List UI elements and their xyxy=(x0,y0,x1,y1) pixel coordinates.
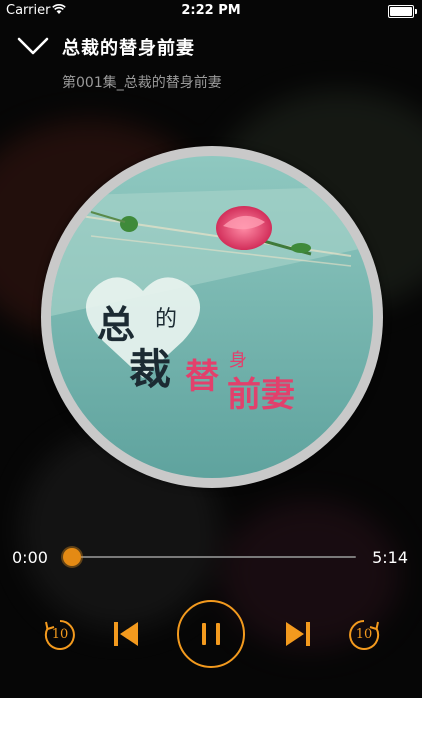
album-disc: 总 的 裁 替 身 前妻 xyxy=(41,146,383,488)
status-time: 2:22 PM xyxy=(181,3,241,18)
chevron-down-icon[interactable] xyxy=(16,32,50,58)
forward-seconds-label: 10 xyxy=(355,627,373,642)
cover-text-zong: 总 xyxy=(97,303,135,347)
cover-text-de: 的 xyxy=(155,307,177,332)
next-icon xyxy=(286,622,310,646)
progress-thumb[interactable] xyxy=(63,548,81,566)
cover-text-qianqi: 前妻 xyxy=(227,375,295,415)
next-button[interactable] xyxy=(284,619,312,649)
episode-title: 第001集_总裁的替身前妻 xyxy=(62,75,222,91)
total-time: 5:14 xyxy=(372,548,408,567)
album-cover-art: 总 的 裁 替 身 前妻 xyxy=(51,156,373,478)
pause-icon xyxy=(202,623,206,645)
current-time: 0:00 xyxy=(12,548,48,567)
cover-text-ti: 替 xyxy=(185,357,219,397)
rewind-seconds-label: 10 xyxy=(51,627,69,642)
cover-illustration: 总 的 裁 替 身 前妻 xyxy=(51,156,373,478)
previous-button[interactable] xyxy=(112,619,140,649)
player-header: 总裁的替身前妻 xyxy=(0,28,422,68)
player-screen: Carrier 2:22 PM 总裁的替身前妻 第001集_总裁的替身前妻 总 … xyxy=(0,0,422,698)
pause-button[interactable] xyxy=(177,600,245,668)
pause-icon-bar xyxy=(216,623,220,645)
forward-10-button[interactable]: 10 xyxy=(346,617,382,653)
battery-icon xyxy=(388,5,417,18)
previous-icon xyxy=(114,622,138,646)
cover-text-shen: 身 xyxy=(229,350,247,371)
rewind-10-button[interactable]: 10 xyxy=(42,617,78,653)
progress-track[interactable] xyxy=(72,556,356,558)
status-bar: Carrier 2:22 PM xyxy=(0,0,422,22)
cover-text-cai: 裁 xyxy=(129,345,171,394)
album-title: 总裁的替身前妻 xyxy=(62,38,195,59)
